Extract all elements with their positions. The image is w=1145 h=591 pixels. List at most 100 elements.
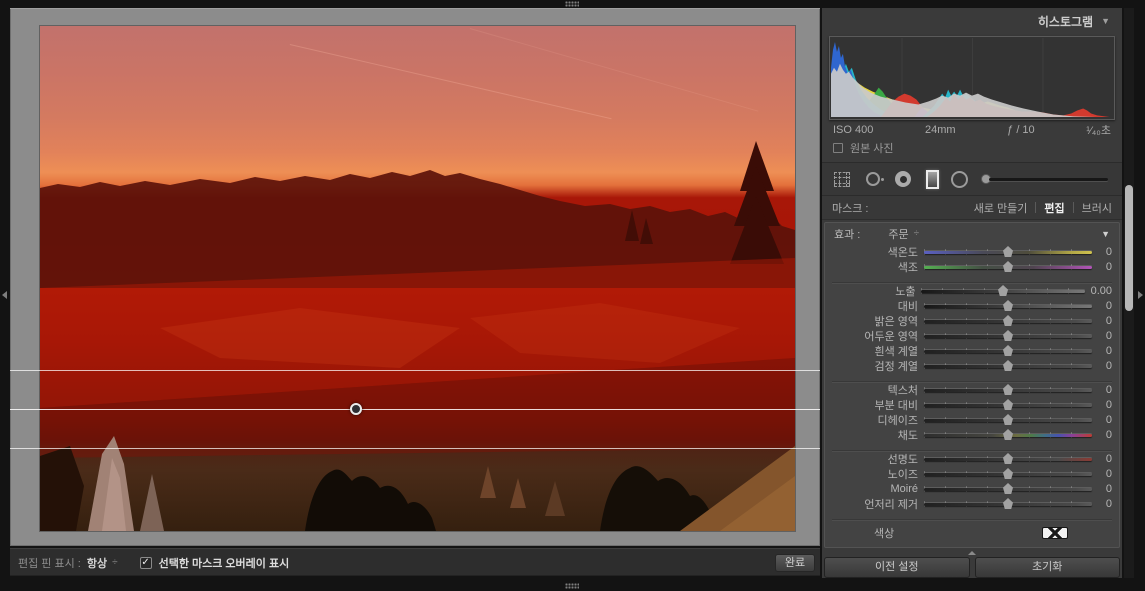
original-photo-row: 원본 사진 [822, 139, 1122, 157]
slider-thumb[interactable] [1003, 483, 1013, 494]
color-row: 색상 [825, 520, 1119, 545]
iso-value: ISO 400 [833, 124, 874, 136]
panel-scroll-notch [968, 551, 976, 555]
edit-pin-value-dropdown[interactable]: 항상 [87, 555, 107, 571]
aperture-value: ƒ / 10 [1007, 124, 1035, 136]
slider-thumb[interactable] [1003, 468, 1013, 479]
blacks-slider[interactable] [924, 359, 1092, 372]
graduated-filter-center-line[interactable] [10, 409, 820, 410]
mask-bar: 마스크 : 새로 만들기 편집 브러시 [822, 196, 1122, 220]
slider-saturation: 채도 0 [897, 428, 1112, 442]
mask-overlay-checkbox-label[interactable]: 선택한 마스크 오버레이 표시 [159, 555, 290, 571]
highlights-slider[interactable] [924, 314, 1092, 327]
slider-thumb[interactable] [1003, 498, 1013, 509]
slider-thumb[interactable] [1003, 399, 1013, 410]
mask-new-button[interactable]: 새로 만들기 [974, 200, 1028, 216]
bottom-panel-collapse-handle[interactable] [565, 583, 579, 589]
moire-slider[interactable] [924, 482, 1092, 495]
slider-thumb[interactable] [1003, 315, 1013, 326]
crop-tool-icon[interactable] [834, 171, 850, 187]
histogram-chart[interactable] [829, 36, 1115, 120]
right-panel-collapse-arrow-icon[interactable] [1138, 291, 1143, 299]
graduated-filter-top-line[interactable] [10, 370, 820, 371]
slider-noise: 노이즈 0 [887, 467, 1112, 481]
slider-moire: Moiré 0 [890, 482, 1112, 495]
edit-pin-label: 편집 핀 표시 : [18, 557, 81, 570]
slider-thumb[interactable] [1003, 360, 1013, 371]
slider-thumb[interactable] [1003, 414, 1013, 425]
slider-thumb[interactable] [1003, 246, 1013, 257]
done-button[interactable]: 완료 [775, 554, 815, 572]
scrollbar-thumb[interactable] [1125, 185, 1133, 311]
mask-overlay-checkbox[interactable]: ✓ [139, 556, 152, 569]
previous-settings-button[interactable]: 이전 설정 [824, 557, 970, 578]
check-icon: ✓ [141, 556, 150, 568]
brush-size-slider[interactable] [989, 177, 1108, 181]
slider-thumb[interactable] [1003, 330, 1013, 341]
slider-exposure: 노출 0.00 [895, 284, 1112, 298]
slider-blacks: 검정 계열 0 [874, 359, 1112, 373]
graduated-filter-bottom-line[interactable] [10, 448, 820, 449]
effect-header: 효과 : 주문 ÷ ▼ [825, 223, 1119, 244]
color-label: 색상 [874, 527, 895, 540]
slider-contrast: 대비 0 [897, 299, 1112, 313]
photo-with-mask-overlay[interactable] [40, 26, 795, 531]
divider [1072, 202, 1074, 213]
color-swatch[interactable] [1042, 526, 1068, 539]
top-panel-collapse-handle[interactable] [565, 1, 579, 7]
slider-thumb[interactable] [1003, 300, 1013, 311]
focal-length-value: 24mm [924, 124, 956, 136]
histogram-collapse-icon[interactable]: ▼ [1101, 16, 1110, 26]
original-photo-label: 원본 사진 [850, 143, 894, 155]
graduated-filter-pin[interactable] [350, 403, 362, 415]
temp-slider[interactable] [924, 245, 1092, 258]
tint-slider[interactable] [924, 260, 1092, 273]
whites-slider[interactable] [924, 344, 1092, 357]
shutter-speed-value: ¹⁄₄₀초 [1086, 125, 1111, 137]
saturation-slider[interactable] [924, 428, 1092, 441]
effect-preset-dropdown[interactable]: 주문 [888, 226, 908, 242]
panel-scrollbar[interactable] [1124, 8, 1134, 578]
exif-info-row: ISO 400 24mm ƒ / 10 ¹⁄₄₀초 [822, 121, 1122, 139]
histogram-svg [831, 38, 1113, 118]
contrast-slider[interactable] [924, 299, 1092, 312]
slider-thumb[interactable] [1003, 261, 1013, 272]
spot-removal-tool-icon[interactable] [866, 172, 884, 186]
slider-thumb[interactable] [1003, 429, 1013, 440]
shadows-slider[interactable] [924, 329, 1092, 342]
radial-filter-tool-icon[interactable] [951, 170, 968, 188]
effect-collapse-icon[interactable]: ▼ [1101, 229, 1110, 239]
mask-edit-button[interactable]: 편집 [1044, 200, 1064, 216]
reset-button[interactable]: 초기화 [974, 557, 1120, 578]
slider-thumb[interactable] [1003, 453, 1013, 464]
histogram-header[interactable]: 히스토그램 ▼ [822, 8, 1122, 34]
sharpness-slider[interactable] [924, 452, 1092, 465]
landscape-silhouette [40, 141, 795, 531]
slider-thumb[interactable] [998, 285, 1009, 296]
slider-thumb[interactable] [1003, 384, 1013, 395]
popup-indicator-icon[interactable]: ÷ [112, 557, 118, 568]
divider [1035, 202, 1037, 213]
left-panel-collapse-arrow-icon[interactable] [2, 291, 7, 299]
effect-panel: 효과 : 주문 ÷ ▼ 색온도 0 색조 0 노출 0.00 대비 0 밝은 영… [824, 222, 1120, 548]
lightroom-develop-window: 편집 핀 표시 : 항상 ÷ ✓ 선택한 마스크 오버레이 표시 완료 히스토그… [0, 0, 1145, 591]
noise-slider[interactable] [924, 467, 1092, 480]
dehaze-slider[interactable] [924, 413, 1092, 426]
mask-brush-button[interactable]: 브러시 [1082, 200, 1112, 216]
slider-defringe: 언저리 제거 0 [864, 497, 1112, 511]
texture-slider[interactable] [924, 383, 1092, 396]
slider-thumb[interactable] [1003, 345, 1013, 356]
popup-indicator-icon[interactable]: ÷ [914, 228, 920, 239]
original-photo-checkbox[interactable] [833, 143, 843, 153]
slider-tint: 색조 0 [897, 260, 1112, 274]
slider-whites: 흰색 계열 0 [874, 344, 1112, 358]
graduated-filter-tool-icon[interactable] [926, 169, 939, 189]
defringe-slider[interactable] [924, 497, 1092, 510]
exposure-slider[interactable] [921, 284, 1085, 297]
clarity-slider[interactable] [924, 398, 1092, 411]
histogram-title: 히스토그램 [1037, 14, 1094, 29]
tool-strip [822, 162, 1122, 196]
slider-shadows: 어두운 영역 0 [864, 329, 1112, 343]
image-canvas[interactable] [10, 8, 820, 546]
red-eye-tool-icon[interactable] [895, 171, 911, 187]
